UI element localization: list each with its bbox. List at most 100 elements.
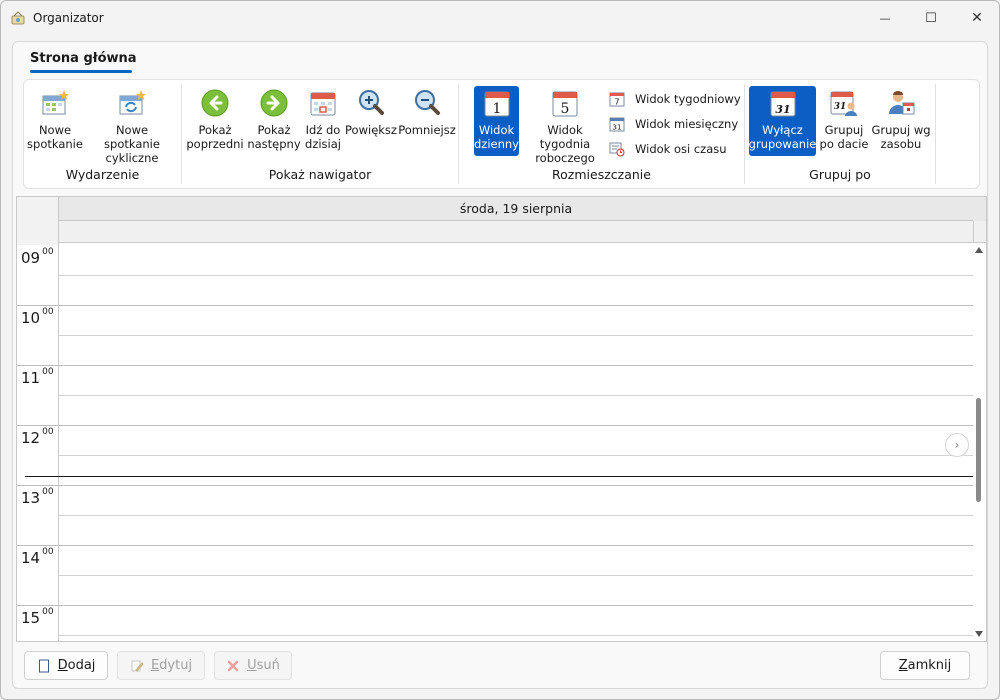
- zoom-out-icon: [415, 90, 440, 115]
- date-header-spacer: [973, 197, 986, 221]
- maximize-button[interactable]: ☐: [908, 1, 954, 35]
- disable-grouping-label-1: Wyłącz: [762, 123, 803, 137]
- hour-line: [59, 305, 973, 306]
- delete-x-icon: [227, 660, 239, 671]
- group-label-arrangement: Rozmieszczanie: [552, 167, 651, 182]
- show-previous-button[interactable]: Pokaż poprzedni: [186, 86, 244, 156]
- add-button[interactable]: Dodaj: [24, 651, 108, 680]
- month-view-icon-number: 31: [613, 124, 622, 132]
- delete-button[interactable]: Usuń: [214, 651, 292, 680]
- minimize-button[interactable]: —: [862, 1, 908, 35]
- go-to-today-label-2: dzisiaj: [305, 137, 341, 151]
- hour-label: 11 00: [21, 367, 54, 387]
- work-week-icon-number: 5: [561, 101, 570, 117]
- ribbon-group-arrangement: 1 Widok dzienny 5 Widok tygodnia robocze…: [459, 80, 744, 188]
- today-calendar-icon: [310, 92, 336, 116]
- half-hour-line: [59, 395, 973, 396]
- group-label-group-by: Grupuj po: [809, 167, 871, 182]
- close-button[interactable]: Zamknij: [880, 651, 970, 680]
- next-appointment-button[interactable]: ›: [945, 433, 969, 457]
- time-grid[interactable]: 09 00 10 00 11 00 12 00 13 00 14 00 15 00: [17, 245, 973, 641]
- new-appointment-label-1: Nowe: [38, 123, 72, 137]
- arrow-left-icon: [201, 89, 229, 117]
- half-hour-line: [59, 335, 973, 336]
- all-day-spacer: [973, 221, 986, 243]
- hour-tick: [17, 425, 59, 426]
- no-grouping-icon-number: 31: [775, 103, 790, 116]
- current-time-indicator: [25, 476, 973, 477]
- timeline-view-icon: [609, 142, 625, 157]
- all-day-area[interactable]: [59, 221, 973, 243]
- ribbon-tab-indicator: [30, 70, 132, 73]
- new-appointment-button[interactable]: Nowe spotkanie: [27, 86, 83, 156]
- day-view-button[interactable]: 1 Widok dzienny: [474, 86, 519, 156]
- work-week-view-button[interactable]: 5 Widok tygodnia roboczego: [521, 86, 609, 165]
- go-to-today-label-1: Idź do: [305, 123, 341, 137]
- new-appointment-icon: [42, 90, 69, 115]
- arrow-right-icon: [260, 89, 288, 117]
- day-view-icon: 1: [484, 91, 509, 117]
- half-hour-line: [59, 515, 973, 516]
- half-hour-line: [59, 455, 973, 456]
- month-view-button[interactable]: 31 Widok miesięczny: [609, 113, 738, 135]
- zoom-in-button[interactable]: Powiększ: [345, 86, 397, 156]
- hour-line: [59, 605, 973, 606]
- chevron-right-icon: ›: [954, 438, 960, 452]
- group-by-date-label-2: po dacie: [819, 137, 869, 151]
- go-to-today-button[interactable]: Idź do dzisiaj: [302, 86, 344, 156]
- hour-tick: [17, 485, 59, 486]
- week-view-icon: 7: [609, 92, 625, 107]
- hour-label: 15 00: [21, 607, 54, 627]
- group-by-resource-label-2: zasobu: [880, 137, 922, 151]
- work-week-view-label-2: roboczego: [535, 151, 595, 165]
- day-view-label-1: Widok: [478, 123, 515, 137]
- organizer-app-icon: [11, 11, 25, 25]
- new-recurring-label-1: Nowe spotkanie: [104, 123, 160, 151]
- minimize-icon: —: [879, 11, 891, 25]
- hour-tick: [17, 365, 59, 366]
- timeline-view-button[interactable]: Widok osi czasu: [609, 138, 727, 160]
- new-recurring-label-2: cykliczne: [105, 151, 159, 165]
- ribbon-group-group-by: 31 Wyłącz grupowanie 31 Grupuj po dacie …: [745, 80, 935, 188]
- zoom-out-button[interactable]: Pomniejsz: [398, 86, 456, 156]
- organizer-window: Organizator — ☐ ✕ Strona główna Nowe spo…: [0, 0, 1000, 700]
- title-bar: Organizator — ☐ ✕: [1, 1, 999, 35]
- edit-button[interactable]: Edytuj: [117, 651, 205, 680]
- half-hour-line: [59, 575, 973, 576]
- group-label-navigator: Pokaż nawigator: [268, 167, 372, 182]
- hour-tick: [17, 305, 59, 306]
- group-by-resource-button[interactable]: Grupuj wg zasobu: [871, 86, 931, 156]
- week-view-icon-number: 7: [614, 98, 619, 107]
- show-next-button[interactable]: Pokaż następny: [246, 86, 302, 156]
- calendar-day-view: środa, 19 sierpnia 09 00 10 00 11 00 12 00 1…: [16, 196, 987, 642]
- scroll-up-arrow-icon[interactable]: [975, 247, 983, 253]
- show-next-label-1: Pokaż: [257, 123, 291, 137]
- group-by-resource-label-1: Grupuj wg: [871, 123, 931, 137]
- hour-label: 10 00: [21, 307, 54, 327]
- work-week-view-label-1: Widok tygodnia: [539, 123, 591, 151]
- window-title: Organizator: [33, 11, 104, 25]
- half-hour-line: [59, 635, 973, 636]
- vertical-scrollbar[interactable]: [973, 245, 986, 641]
- week-view-label: Widok tygodniowy: [635, 92, 741, 106]
- scrollbar-thumb[interactable]: [976, 398, 981, 502]
- week-view-button[interactable]: 7 Widok tygodniowy: [609, 88, 741, 110]
- scroll-down-arrow-icon[interactable]: [975, 631, 983, 637]
- hour-label: 14 00: [21, 547, 54, 567]
- show-next-label-2: następny: [247, 137, 301, 151]
- new-recurring-appointment-button[interactable]: Nowe spotkanie cykliczne: [87, 86, 177, 165]
- group-by-resource-icon: [889, 91, 915, 115]
- zoom-in-icon: [359, 90, 384, 115]
- zoom-out-label: Pomniejsz: [398, 123, 456, 137]
- disable-grouping-button[interactable]: 31 Wyłącz grupowanie: [749, 86, 816, 156]
- show-previous-label-1: Pokaż: [198, 123, 232, 137]
- add-button-label: Dodaj: [57, 658, 96, 673]
- date-header[interactable]: środa, 19 sierpnia: [59, 197, 973, 221]
- ribbon: Nowe spotkanie Nowe spotkanie cykliczne …: [23, 79, 980, 189]
- hour-line: [59, 365, 973, 366]
- delete-button-label: Usuń: [247, 658, 280, 673]
- group-by-date-icon: 31: [830, 91, 857, 116]
- group-by-date-button[interactable]: 31 Grupuj po dacie: [819, 86, 869, 156]
- close-window-button[interactable]: ✕: [954, 1, 999, 35]
- ribbon-tab-home[interactable]: Strona główna: [30, 51, 137, 66]
